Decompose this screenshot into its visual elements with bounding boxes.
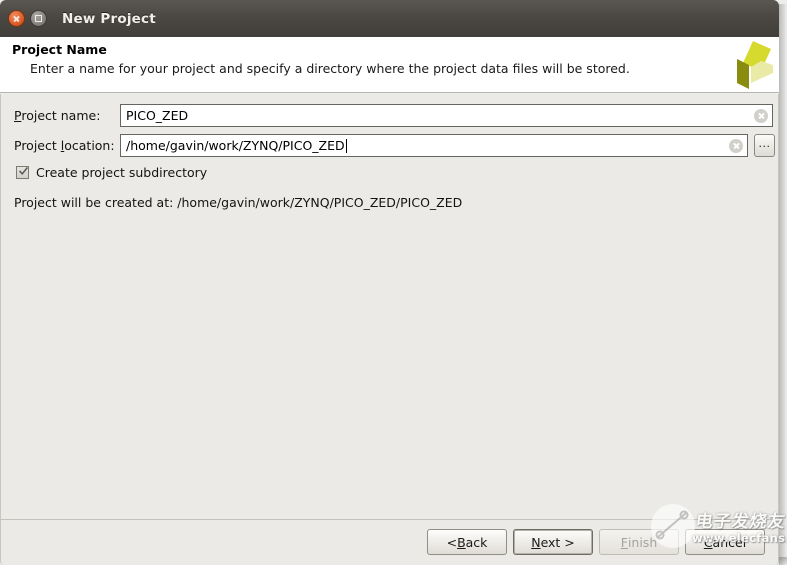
finish-button-label: inish bbox=[627, 534, 658, 550]
page-title: Project Name bbox=[12, 42, 107, 57]
clear-icon[interactable] bbox=[729, 138, 743, 153]
project-created-at-text: Project will be created at: /home/gavin/… bbox=[14, 195, 463, 210]
close-icon[interactable] bbox=[8, 10, 25, 27]
create-subdirectory-checkbox-row[interactable]: Create project subdirectory bbox=[16, 165, 207, 180]
back-button-pre: < bbox=[446, 534, 458, 550]
project-name-label-text: roject name: bbox=[21, 108, 101, 123]
titlebar[interactable]: New Project bbox=[0, 0, 779, 37]
next-button[interactable]: Next > bbox=[513, 529, 593, 555]
project-name-row: Project name: PICO_ZED bbox=[14, 104, 773, 127]
project-location-row: Project location: /home/gavin/work/ZYNQ/… bbox=[14, 134, 775, 157]
dialog-footer: < Back Next > Finish Cancel bbox=[0, 519, 779, 565]
xilinx-logo bbox=[737, 41, 773, 89]
new-project-dialog-window: New Project Project Name Enter a name fo… bbox=[0, 0, 787, 565]
cancel-button-label: ancel bbox=[712, 534, 747, 550]
create-subdirectory-label: Create project subdirectory bbox=[36, 165, 208, 180]
next-button-label: ext > bbox=[540, 534, 575, 550]
browse-button[interactable]: ... bbox=[754, 134, 775, 157]
project-name-label: Project name: bbox=[14, 108, 120, 123]
project-location-input[interactable]: /home/gavin/work/ZYNQ/PICO_ZED bbox=[120, 134, 748, 157]
clear-icon[interactable] bbox=[754, 108, 768, 123]
project-location-label-pre: Project bbox=[14, 138, 61, 153]
window-shadow-right bbox=[779, 4, 787, 565]
dialog-body: Project name: PICO_ZED Project location:… bbox=[0, 94, 779, 519]
maximize-icon[interactable] bbox=[30, 10, 47, 27]
cancel-button-mnemonic: C bbox=[703, 534, 713, 550]
create-subdirectory-checkbox[interactable] bbox=[16, 166, 29, 179]
project-location-value: /home/gavin/work/ZYNQ/PICO_ZED bbox=[126, 138, 345, 153]
project-location-label-post: ocation: bbox=[64, 138, 115, 153]
project-name-value: PICO_ZED bbox=[126, 108, 189, 123]
dialog-button-bar: < Back Next > Finish Cancel bbox=[427, 529, 765, 555]
window-title: New Project bbox=[62, 10, 156, 27]
page-description: Enter a name for your project and specif… bbox=[30, 61, 630, 76]
text-caret bbox=[345, 138, 347, 153]
checkmark-icon bbox=[19, 167, 28, 176]
back-button[interactable]: < Back bbox=[427, 529, 507, 555]
finish-button: Finish bbox=[599, 529, 679, 555]
project-location-label: Project location: bbox=[14, 138, 120, 153]
next-button-mnemonic: N bbox=[531, 534, 541, 550]
cancel-button[interactable]: Cancel bbox=[685, 529, 765, 555]
finish-button-mnemonic: F bbox=[620, 534, 628, 550]
project-name-input[interactable]: PICO_ZED bbox=[120, 104, 773, 127]
dialog-header: Project Name Enter a name for your proje… bbox=[0, 37, 779, 93]
maximize-square-glyph bbox=[35, 15, 42, 22]
back-button-label: ack bbox=[465, 534, 488, 550]
back-button-mnemonic: B bbox=[457, 534, 466, 550]
